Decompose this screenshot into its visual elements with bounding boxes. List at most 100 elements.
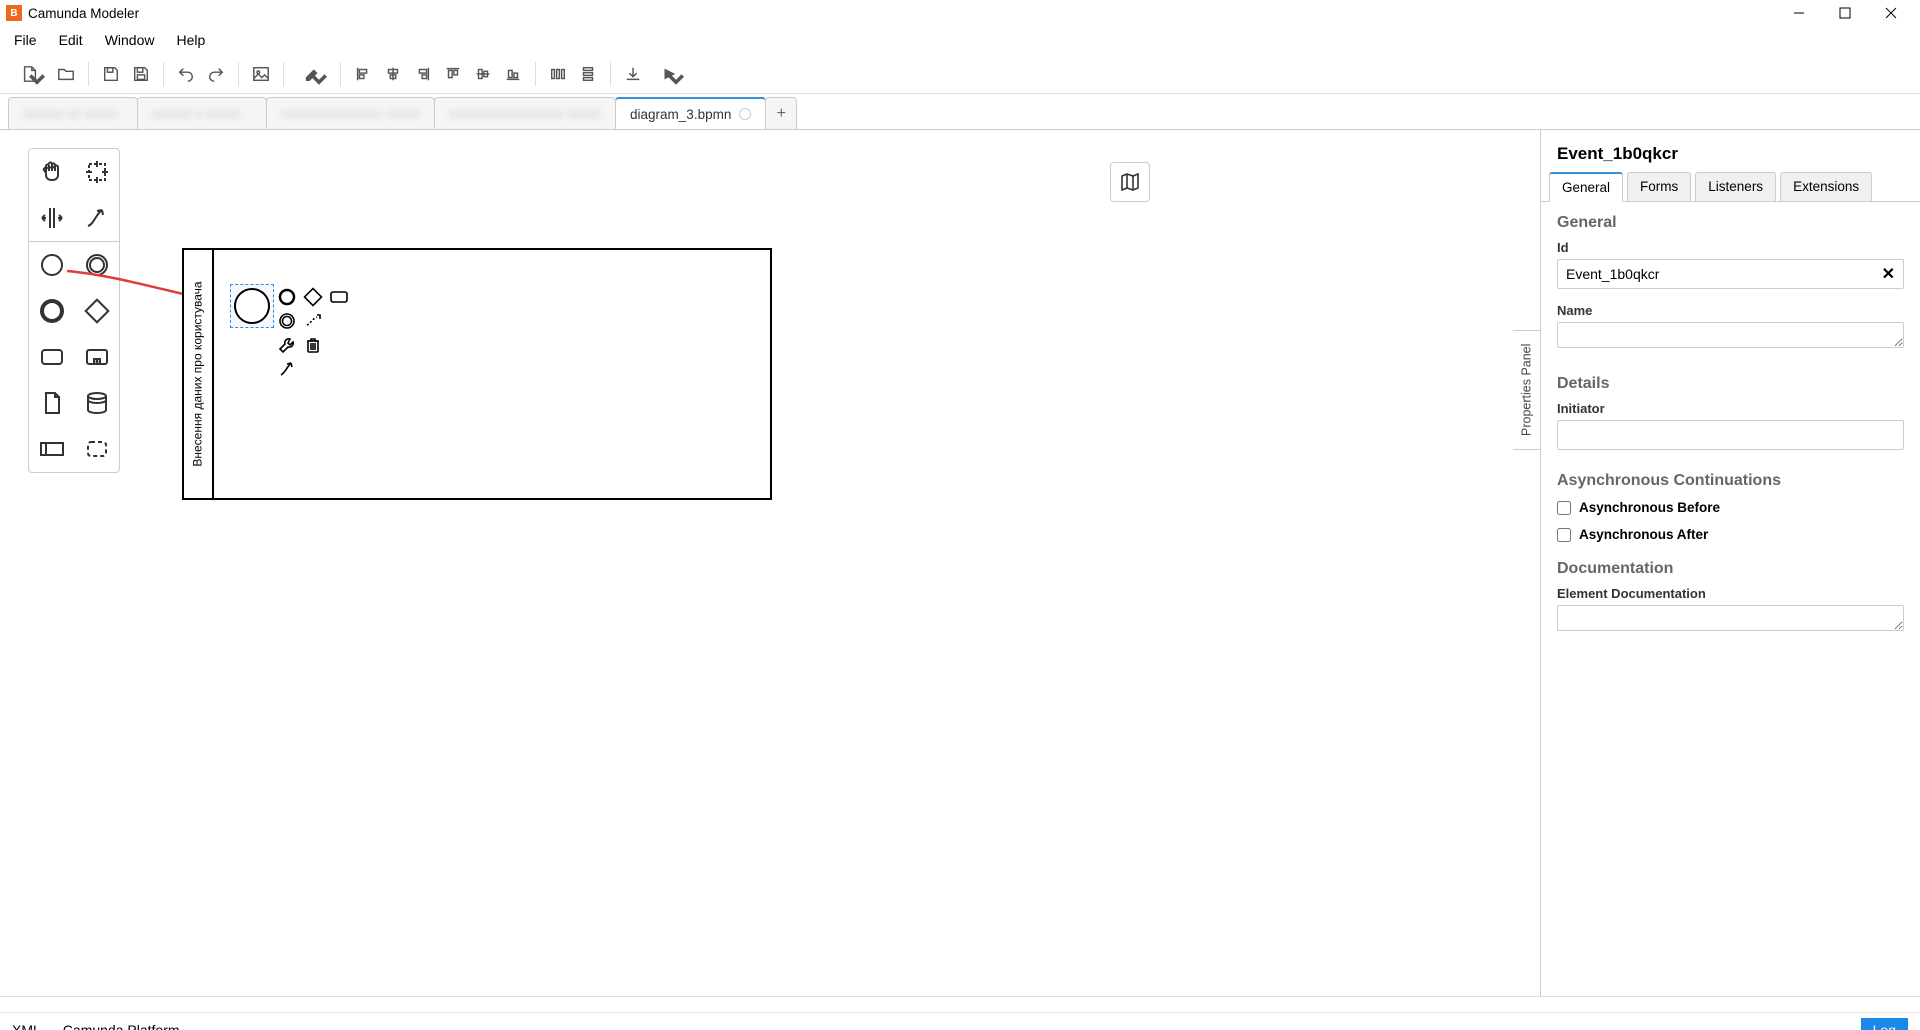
ctxpad-gateway[interactable] bbox=[302, 286, 324, 308]
distribute-v-button[interactable] bbox=[574, 60, 602, 88]
align-bottom-button[interactable] bbox=[499, 60, 527, 88]
align-right-button[interactable] bbox=[409, 60, 437, 88]
ctxpad-delete[interactable] bbox=[302, 334, 324, 356]
props-name-input[interactable] bbox=[1557, 322, 1904, 348]
open-file-button[interactable] bbox=[52, 60, 80, 88]
props-elem-doc-input[interactable] bbox=[1557, 605, 1904, 631]
undo-button[interactable] bbox=[172, 60, 200, 88]
props-tab-general[interactable]: General bbox=[1549, 172, 1623, 202]
save-as-button[interactable] bbox=[127, 60, 155, 88]
tab-blurred-4[interactable]: xxxxxxxxxxxxxxxxx xxxxx bbox=[434, 97, 616, 129]
color-button[interactable] bbox=[292, 60, 332, 88]
status-log-button[interactable]: Log bbox=[1861, 1018, 1908, 1030]
props-tab-listeners[interactable]: Listeners bbox=[1695, 172, 1776, 201]
image-button[interactable] bbox=[247, 60, 275, 88]
props-id-clear-icon[interactable]: ✕ bbox=[1882, 264, 1895, 284]
align-left-button[interactable] bbox=[349, 60, 377, 88]
props-id-input[interactable] bbox=[1566, 266, 1882, 282]
props-section-details: Details bbox=[1541, 363, 1920, 397]
menubar: File Edit Window Help bbox=[0, 26, 1920, 54]
export-button[interactable] bbox=[619, 60, 647, 88]
status-platform[interactable]: Camunda Platform bbox=[63, 1022, 180, 1030]
palette-hand-tool[interactable] bbox=[29, 149, 74, 195]
palette-gateway[interactable] bbox=[74, 288, 119, 334]
props-initiator-input[interactable] bbox=[1566, 427, 1895, 443]
props-tab-extensions[interactable]: Extensions bbox=[1780, 172, 1872, 201]
redo-button[interactable] bbox=[202, 60, 230, 88]
props-tab-forms[interactable]: Forms bbox=[1627, 172, 1691, 201]
props-async-before-checkbox[interactable] bbox=[1557, 501, 1571, 515]
palette-group[interactable] bbox=[74, 426, 119, 472]
pool-header[interactable]: Внесення даних про користувача bbox=[184, 250, 214, 498]
main-area: Внесення даних про користувача bbox=[0, 130, 1920, 996]
properties-panel: Properties Panel Event_1b0qkcr General F… bbox=[1540, 130, 1920, 996]
minimap-toggle[interactable] bbox=[1110, 162, 1150, 202]
palette-start-event[interactable] bbox=[29, 242, 74, 288]
tab-blurred-2[interactable]: xxxxxx x xxxxx bbox=[137, 97, 267, 129]
props-name-label: Name bbox=[1557, 303, 1904, 318]
palette-data-object[interactable] bbox=[29, 380, 74, 426]
props-elem-doc-label: Element Documentation bbox=[1557, 586, 1904, 601]
palette-space-tool[interactable] bbox=[29, 195, 74, 241]
menu-help[interactable]: Help bbox=[166, 28, 215, 52]
status-xml[interactable]: XML bbox=[12, 1022, 41, 1030]
menu-window[interactable]: Window bbox=[95, 28, 165, 52]
props-section-general: General bbox=[1541, 202, 1920, 236]
ctxpad-wrench[interactable] bbox=[276, 334, 298, 356]
menu-edit[interactable]: Edit bbox=[49, 28, 93, 52]
footer-space bbox=[0, 996, 1920, 1012]
props-section-async: Asynchronous Continuations bbox=[1541, 460, 1920, 494]
run-button[interactable] bbox=[649, 60, 689, 88]
palette-intermediate-event[interactable] bbox=[74, 242, 119, 288]
properties-panel-toggle[interactable]: Properties Panel bbox=[1513, 330, 1541, 450]
new-file-button[interactable] bbox=[10, 60, 50, 88]
ctxpad-annotation[interactable] bbox=[302, 310, 324, 332]
app-icon: B bbox=[6, 5, 22, 21]
minimize-button[interactable] bbox=[1776, 0, 1822, 26]
titlebar: B Camunda Modeler bbox=[0, 0, 1920, 26]
align-center-h-button[interactable] bbox=[379, 60, 407, 88]
tab-blurred-1[interactable]: xxxxxx xx xxxxx bbox=[8, 97, 138, 129]
ctxpad-task[interactable] bbox=[328, 286, 350, 308]
palette-end-event[interactable] bbox=[29, 288, 74, 334]
new-tab-button[interactable]: + bbox=[765, 97, 797, 129]
props-section-doc: Documentation bbox=[1541, 548, 1920, 582]
align-center-v-button[interactable] bbox=[469, 60, 497, 88]
maximize-button[interactable] bbox=[1822, 0, 1868, 26]
palette-subprocess-expanded[interactable] bbox=[74, 334, 119, 380]
statusbar: XML Camunda Platform Log bbox=[0, 1012, 1920, 1030]
palette-participant[interactable] bbox=[29, 426, 74, 472]
props-initiator-label: Initiator bbox=[1557, 401, 1904, 416]
canvas-area[interactable]: Внесення даних про користувача bbox=[0, 130, 1540, 996]
distribute-h-button[interactable] bbox=[544, 60, 572, 88]
tab-label: diagram_3.bpmn bbox=[630, 107, 731, 122]
pool[interactable]: Внесення даних про користувача bbox=[182, 248, 772, 500]
close-button[interactable] bbox=[1868, 0, 1914, 26]
menu-file[interactable]: File bbox=[4, 28, 47, 52]
save-button[interactable] bbox=[97, 60, 125, 88]
ctxpad-connect[interactable] bbox=[276, 358, 298, 380]
properties-title: Event_1b0qkcr bbox=[1541, 130, 1920, 172]
palette-data-store[interactable] bbox=[74, 380, 119, 426]
start-event-circle bbox=[234, 288, 270, 324]
ctxpad-end-event[interactable] bbox=[276, 286, 298, 308]
props-async-before-label: Asynchronous Before bbox=[1579, 500, 1720, 515]
properties-tabs: General Forms Listeners Extensions bbox=[1541, 172, 1920, 202]
palette-lasso-tool[interactable] bbox=[74, 149, 119, 195]
tab-blurred-3[interactable]: xxxxxxxxxxxxxxx xxxxx bbox=[266, 97, 435, 129]
start-event-selected[interactable] bbox=[230, 284, 274, 328]
ctxpad-intermediate-event[interactable] bbox=[276, 310, 298, 332]
pool-label: Внесення даних про користувача bbox=[191, 281, 205, 466]
palette-task[interactable] bbox=[29, 334, 74, 380]
props-async-after-label: Asynchronous After bbox=[1579, 527, 1708, 542]
tabbar: xxxxxx xx xxxxx xxxxxx x xxxxx xxxxxxxxx… bbox=[0, 94, 1920, 130]
context-pad bbox=[276, 286, 356, 382]
align-top-button[interactable] bbox=[439, 60, 467, 88]
palette bbox=[28, 148, 120, 473]
app-title: Camunda Modeler bbox=[28, 6, 139, 21]
props-async-after-checkbox[interactable] bbox=[1557, 528, 1571, 542]
tab-active[interactable]: diagram_3.bpmn bbox=[615, 97, 766, 129]
palette-global-connect-tool[interactable] bbox=[74, 195, 119, 241]
tab-close-icon[interactable] bbox=[739, 108, 751, 120]
lane[interactable] bbox=[214, 250, 770, 498]
